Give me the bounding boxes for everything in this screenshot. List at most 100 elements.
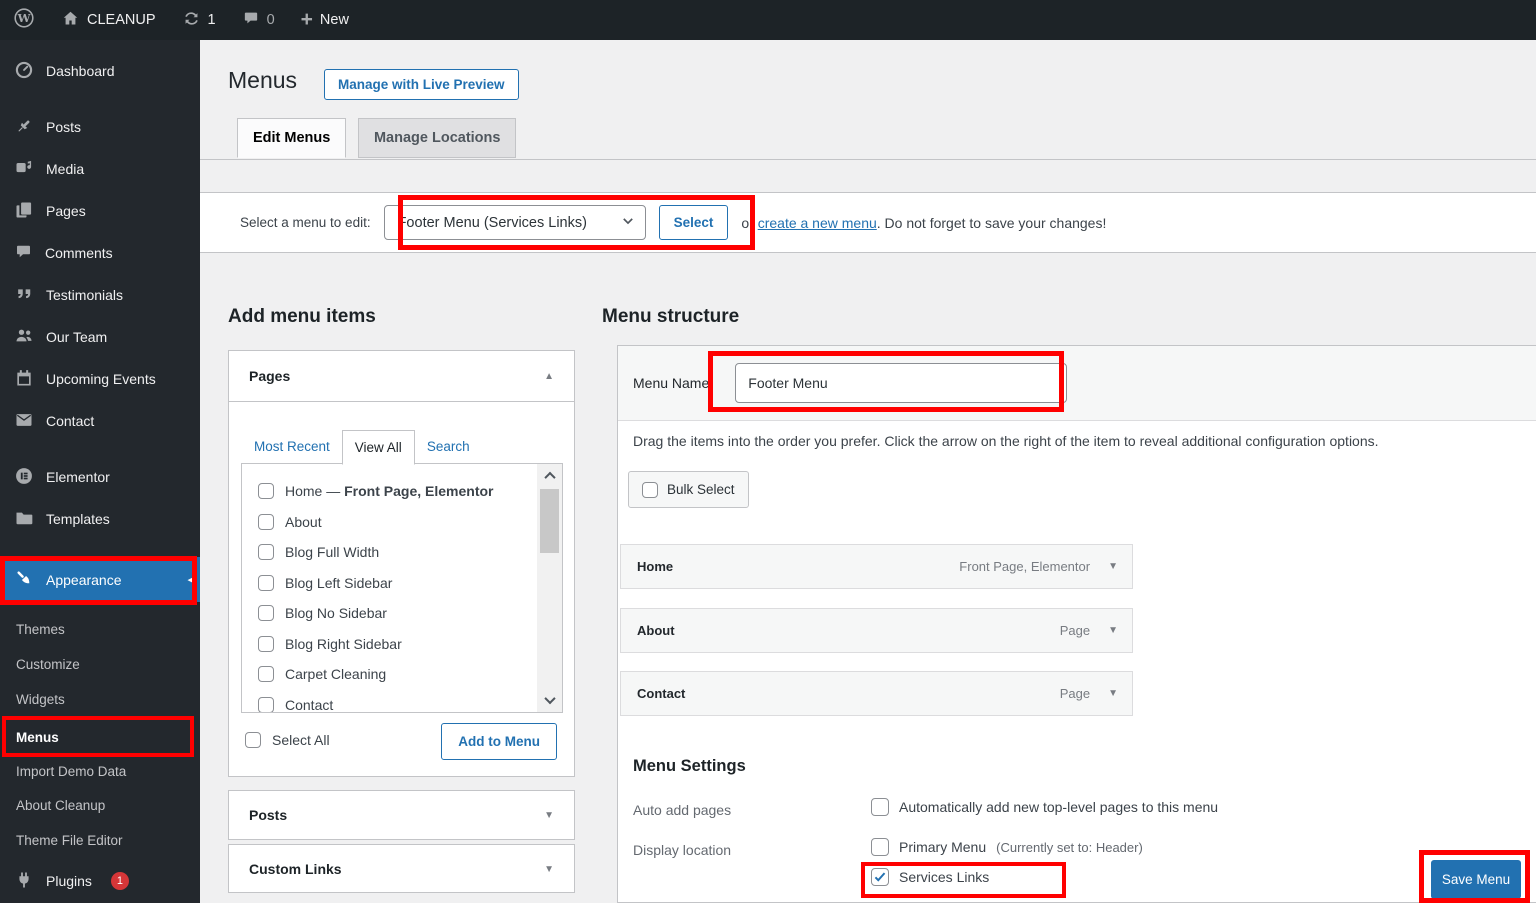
select-all-checkbox[interactable] <box>245 732 261 748</box>
comments-icon <box>14 242 33 264</box>
checkbox[interactable] <box>258 514 274 530</box>
update-count: 1 <box>208 12 216 28</box>
checklist-scrollbar[interactable] <box>537 464 562 712</box>
sidebar-item-testimonials[interactable]: Testimonials <box>0 274 200 316</box>
item-expand-icon[interactable]: ▼ <box>1108 688 1118 699</box>
tab-most-recent[interactable]: Most Recent <box>254 439 330 454</box>
checkbox[interactable] <box>258 666 274 682</box>
create-new-menu-link[interactable]: create a new menu <box>758 215 877 231</box>
posts-panel-header[interactable]: Posts ▼ <box>229 791 574 839</box>
page-checklist-item: Blog Full Width <box>258 537 562 568</box>
tab-search[interactable]: Search <box>427 439 470 454</box>
sidebar-item-pages[interactable]: Pages <box>0 190 200 232</box>
services-links-checkbox[interactable] <box>871 868 889 886</box>
live-preview-button[interactable]: Manage with Live Preview <box>324 69 519 100</box>
sidebar-item-plugins[interactable]: Plugins 1 <box>0 860 200 902</box>
checkbox[interactable] <box>258 483 274 499</box>
menu-settings-heading: Menu Settings <box>633 757 746 776</box>
pages-panel: Pages ▲ Most Recent View All Search Home… <box>228 350 575 777</box>
scroll-up-icon[interactable] <box>537 464 562 488</box>
primary-menu-checkbox[interactable] <box>871 838 889 856</box>
checkbox[interactable] <box>258 575 274 591</box>
menu-item-home[interactable]: Home Front Page, Elementor ▼ <box>620 544 1133 589</box>
envelope-icon <box>14 410 34 433</box>
plug-icon <box>14 870 34 893</box>
menu-select-dropdown[interactable]: Footer Menu (Services Links) <box>384 205 646 240</box>
select-menu-label: Select a menu to edit: <box>240 215 371 230</box>
checkbox[interactable] <box>258 544 274 560</box>
sidebar-subitem-themes[interactable]: Themes <box>0 614 200 644</box>
tab-manage-locations[interactable]: Manage Locations <box>358 118 517 158</box>
auto-add-checkbox[interactable] <box>871 798 889 816</box>
sidebar-item-elementor[interactable]: Elementor <box>0 456 200 498</box>
sidebar-item-comments[interactable]: Comments <box>0 232 200 274</box>
wordpress-admin-screen: W CLEANUP 1 0 + New Dashboard Posts <box>0 0 1536 903</box>
dashboard-icon <box>14 60 34 83</box>
pages-panel-header[interactable]: Pages ▲ <box>229 351 574 402</box>
sidebar-item-media[interactable]: Media <box>0 148 200 190</box>
page-checklist-item: Blog No Sidebar <box>258 598 562 629</box>
sidebar-item-appearance[interactable]: Appearance ◀ <box>0 557 200 602</box>
sidebar-item-upcoming-events[interactable]: Upcoming Events <box>0 358 200 400</box>
sidebar-subitem-widgets[interactable]: Widgets <box>0 684 200 714</box>
auto-add-pages-label: Auto add pages <box>633 802 731 818</box>
pages-filter-tabs: Most Recent View All Search <box>242 430 482 464</box>
page-checklist-item: About <box>258 507 562 538</box>
sidebar-subitem-about-cleanup[interactable]: About Cleanup <box>0 790 200 820</box>
sidebar-item-contact[interactable]: Contact <box>0 400 200 442</box>
select-menu-button[interactable]: Select <box>659 205 729 240</box>
checkbox[interactable] <box>258 636 274 652</box>
chevron-down-icon <box>621 214 635 232</box>
site-name: CLEANUP <box>87 12 156 28</box>
menu-item-contact[interactable]: Contact Page ▼ <box>620 671 1133 716</box>
comments-indicator[interactable]: 0 <box>229 0 288 40</box>
wp-logo-menu[interactable]: W <box>0 0 48 40</box>
menu-select-bar: Select a menu to edit: Footer Menu (Serv… <box>200 192 1536 253</box>
sidebar-subitem-theme-file-editor[interactable]: Theme File Editor <box>0 825 200 855</box>
sidebar-item-our-team[interactable]: Our Team <box>0 316 200 358</box>
custom-links-panel-header[interactable]: Custom Links ▼ <box>229 845 574 893</box>
folder-icon <box>14 508 34 531</box>
sidebar-item-templates[interactable]: Templates <box>0 498 200 540</box>
sidebar-item-dashboard[interactable]: Dashboard <box>0 50 200 92</box>
checkbox[interactable] <box>258 697 274 713</box>
scrollbar-thumb[interactable] <box>540 489 559 553</box>
media-icon <box>14 158 34 181</box>
new-content-menu[interactable]: + New <box>288 0 362 40</box>
add-to-menu-button[interactable]: Add to Menu <box>441 723 557 760</box>
home-icon <box>61 9 80 32</box>
sidebar-subitem-customize[interactable]: Customize <box>0 649 200 679</box>
item-expand-icon[interactable]: ▼ <box>1108 561 1118 572</box>
menu-name-input[interactable] <box>735 363 1067 403</box>
main-content: Menus Manage with Live Preview Edit Menu… <box>200 40 1536 903</box>
tab-view-all[interactable]: View All <box>342 430 415 465</box>
pages-panel-title: Pages <box>249 368 290 384</box>
sidebar-subitem-menus[interactable]: Menus <box>0 721 200 754</box>
collapse-icon[interactable]: ▲ <box>544 371 554 382</box>
item-expand-icon[interactable]: ▼ <box>1108 625 1118 636</box>
pages-checklist: Home — Front Page, Elementor About Blog … <box>241 463 563 713</box>
updates-indicator[interactable]: 1 <box>169 0 229 40</box>
display-location-label: Display location <box>633 842 731 858</box>
bulk-select-toggle[interactable]: Bulk Select <box>628 471 749 508</box>
checkbox[interactable] <box>258 605 274 621</box>
menu-item-about[interactable]: About Page ▼ <box>620 608 1133 653</box>
sidebar-subitem-import-demo-data[interactable]: Import Demo Data <box>0 756 200 786</box>
new-label: New <box>320 12 349 28</box>
site-name-menu[interactable]: CLEANUP <box>48 0 169 40</box>
select-all-row: Select All <box>245 732 330 748</box>
posts-panel: Posts ▼ <box>228 790 575 840</box>
quote-icon <box>14 284 34 307</box>
menu-structure-body: Drag the items into the order you prefer… <box>618 421 1536 902</box>
scroll-down-icon[interactable] <box>537 688 562 712</box>
nav-tabs: Edit Menus Manage Locations <box>237 118 524 158</box>
sidebar-item-posts[interactable]: Posts <box>0 106 200 148</box>
save-menu-button[interactable]: Save Menu <box>1431 860 1521 899</box>
location-primary-menu-option: Primary Menu (Currently set to: Header) <box>871 838 1143 856</box>
expand-icon[interactable]: ▼ <box>544 864 554 875</box>
expand-icon[interactable]: ▼ <box>544 810 554 821</box>
tab-edit-menus[interactable]: Edit Menus <box>237 118 346 158</box>
menu-name-label: Menu Name <box>633 375 709 391</box>
wordpress-logo-icon: W <box>13 7 35 33</box>
bulk-select-checkbox[interactable] <box>642 482 658 498</box>
